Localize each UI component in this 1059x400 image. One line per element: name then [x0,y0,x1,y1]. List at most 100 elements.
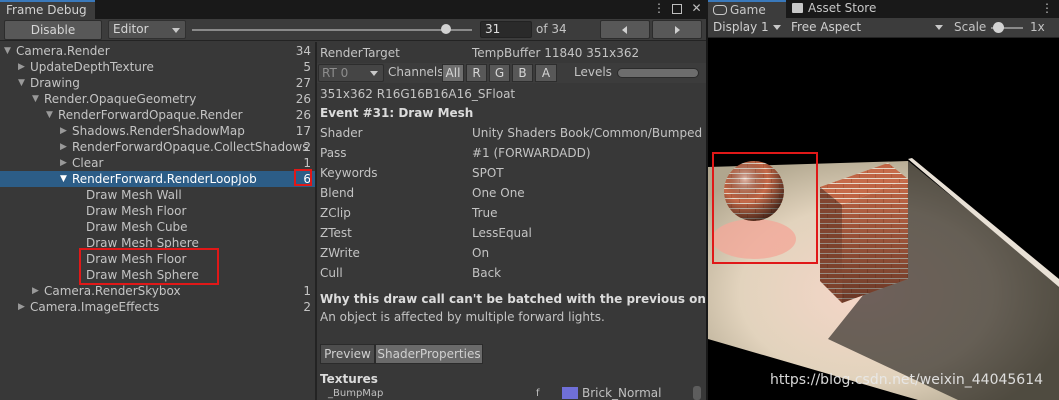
property-row: Pass #1 (FORWARDADD) [320,144,705,162]
rt-dropdown[interactable]: RT 0 [318,64,384,82]
frame-debug-window: Frame Debug ⋮ ✕ Disable Editor 31 of 34 … [0,0,706,400]
tab-preview[interactable]: Preview [320,344,375,364]
tree-row[interactable]: Draw Mesh Cube [0,219,315,235]
tree-row[interactable]: Draw Mesh Floor [0,203,315,219]
tree-row-count: 17 [295,124,311,138]
collapsed-arrow-icon[interactable]: ▶ [60,139,70,155]
property-value: One One [472,186,525,200]
source-dropdown[interactable]: Editor [108,20,186,39]
tree-row[interactable]: ▼ Render.OpaqueGeometry 26 [0,91,315,107]
collapsed-arrow-icon[interactable]: ▶ [18,59,28,75]
property-row: ZTest LessEqual [320,224,705,242]
tree-row-label: RenderForwardOpaque.CollectShadows [72,140,309,154]
event-slider-handle[interactable] [441,24,451,34]
gamepad-icon [713,5,727,15]
property-value: Back [472,266,502,280]
property-row: Cull Back [320,264,705,282]
more-options-icon[interactable]: ⋮ [1041,1,1053,15]
frame-debug-toolbar: Disable Editor 31 of 34 [0,19,706,41]
property-key: ZClip [320,206,351,220]
collapsed-arrow-icon[interactable]: ▶ [60,123,70,139]
collapsed-arrow-icon[interactable]: ▶ [32,283,42,299]
arrow-left-icon [622,26,627,34]
channel-button[interactable]: B [512,64,533,82]
tree-row[interactable]: ▶ UpdateDepthTexture 5 [0,59,315,75]
tree-row-count: 5 [303,60,311,74]
tab-game[interactable]: Game [708,0,786,18]
brick-sphere [724,161,784,221]
tree-row[interactable]: ▶ RenderForwardOpaque.CollectShadows 2 [0,139,315,155]
tab-asset-store[interactable]: Asset Store [786,0,896,18]
expanded-arrow-icon[interactable]: ▼ [46,107,56,123]
tree-row[interactable]: ▶ Shadows.RenderShadowMap 17 [0,123,315,139]
property-row: Shader Unity Shaders Book/Common/Bumped S… [320,124,706,142]
expanded-arrow-icon[interactable]: ▼ [60,171,70,187]
expanded-arrow-icon[interactable]: ▼ [32,91,42,107]
property-key: Pass [320,146,347,160]
tree-row-label: Render.OpaqueGeometry [44,92,197,106]
tab-frame-debug[interactable]: Frame Debug [0,0,95,19]
tree-row-label: UpdateDepthTexture [30,60,154,74]
collapsed-arrow-icon[interactable]: ▶ [18,299,28,315]
property-key: ZTest [320,226,352,240]
textures-heading: Textures [320,372,378,386]
next-event-button[interactable] [652,20,702,39]
channel-button[interactable]: A [535,64,557,82]
chevron-down-icon [172,28,180,33]
tree-row[interactable]: ▼ Camera.Render 34 [0,43,315,59]
store-bag-icon [792,3,803,13]
texture-stage: f [536,388,540,399]
maximize-icon[interactable] [672,1,683,15]
tree-row[interactable]: Draw Mesh Wall [0,187,315,203]
display-dropdown[interactable]: Display 1 [710,19,786,37]
tree-row-label: Draw Mesh Wall [86,188,182,202]
tree-row-count: 1 [303,284,311,298]
tree-row[interactable]: ▼ RenderForwardOpaque.Render 26 [0,107,315,123]
property-key: ZWrite [320,246,360,260]
more-options-icon[interactable]: ⋮ [653,1,665,15]
levels-label: Levels [574,65,612,79]
game-tabbar: Game Asset Store ⋮ [708,0,1059,18]
chevron-down-icon [935,25,943,30]
event-title: Event #31: Draw Mesh [320,106,474,120]
levels-slider[interactable] [617,68,699,78]
detail-scrollbar[interactable] [693,386,701,400]
tree-row[interactable]: ▶ Camera.RenderSkybox 1 [0,283,315,299]
tree-row[interactable]: ▶ Clear 1 [0,155,315,171]
format-row: 351x362 R16G16B16A16_SFloat [320,85,705,103]
tree-row[interactable]: ▶ Camera.ImageEffects 2 [0,299,315,315]
expanded-arrow-icon[interactable]: ▼ [18,75,28,91]
tree-row[interactable]: ▼ RenderForward.RenderLoopJob 6 [0,171,315,187]
scale-slider-handle[interactable] [993,22,1004,33]
expanded-arrow-icon[interactable]: ▼ [4,43,14,59]
aspect-dropdown[interactable]: Free Aspect [788,19,948,37]
property-row: ZClip True [320,204,705,222]
property-row: Blend One One [320,184,705,202]
property-key: Blend [320,186,355,200]
collapsed-arrow-icon[interactable]: ▶ [60,155,70,171]
disable-button[interactable]: Disable [4,20,102,40]
channel-button[interactable]: All [442,64,464,82]
game-toolbar: Display 1 Free Aspect Scale 1x [708,18,1059,38]
tree-row[interactable]: ▼ Drawing 27 [0,75,315,91]
event-slider[interactable] [192,29,472,31]
game-viewport[interactable] [708,39,1059,400]
tree-row-count: 34 [295,44,311,58]
event-number-field[interactable]: 31 [480,21,532,38]
tree-row-count: 26 [295,92,311,106]
prev-event-button[interactable] [600,20,650,39]
tree-row-count: 27 [295,76,311,90]
tab-shader-properties[interactable]: ShaderProperties [375,344,483,364]
property-value: SPOT [472,166,504,180]
property-value: #1 (FORWARDADD) [472,146,591,160]
texture-name: _BumpMap [328,388,384,399]
tree-row-label: Draw Mesh Floor [86,204,187,218]
close-icon[interactable]: ✕ [691,1,702,15]
count-highlight-box [294,169,312,186]
window-tools: ⋮ ✕ [653,1,702,15]
chevron-down-icon [773,25,781,30]
tree-row-label: Draw Mesh Cube [86,220,188,234]
channel-button[interactable]: G [489,64,510,82]
channel-button[interactable]: R [466,64,487,82]
render-target-label: RenderTarget [320,46,400,60]
